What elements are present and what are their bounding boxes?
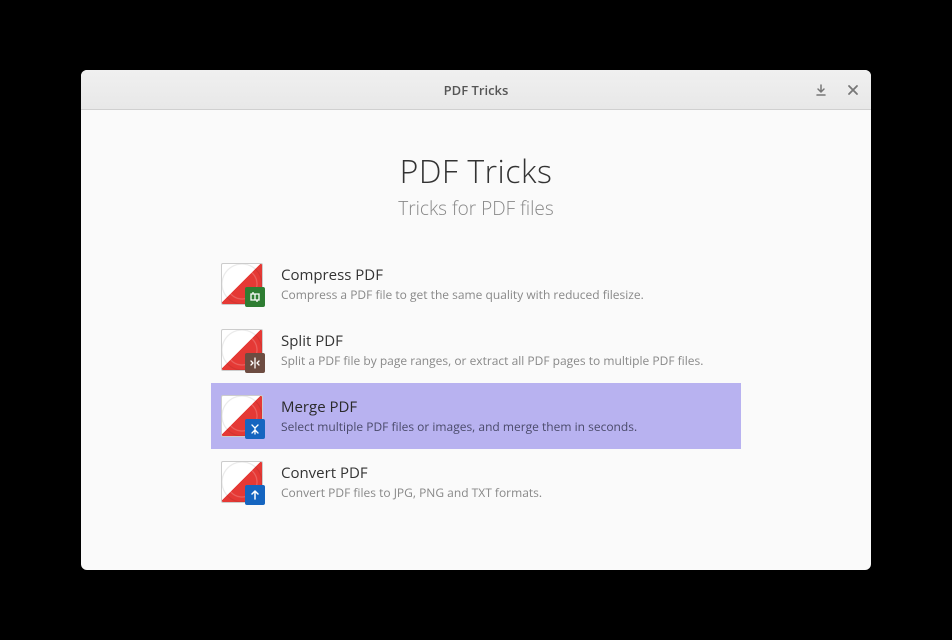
merge-pdf-icon (221, 395, 263, 437)
option-title: Merge PDF (281, 397, 731, 417)
option-desc: Split a PDF file by page ranges, or extr… (281, 352, 731, 369)
split-pdf-icon (221, 329, 263, 371)
option-title: Compress PDF (281, 265, 731, 285)
option-text: Compress PDF Compress a PDF file to get … (281, 265, 731, 303)
window-title: PDF Tricks (81, 81, 871, 99)
titlebar-controls (811, 80, 863, 100)
option-desc: Compress a PDF file to get the same qual… (281, 286, 731, 303)
hero-title: PDF Tricks (81, 150, 871, 193)
option-split[interactable]: Split PDF Split a PDF file by page range… (211, 317, 741, 383)
option-convert[interactable]: Convert PDF Convert PDF files to JPG, PN… (211, 449, 741, 515)
download-icon (814, 83, 828, 97)
close-button[interactable] (843, 80, 863, 100)
app-window: PDF Tricks PDF Tricks Tricks for PDF fil… (81, 70, 871, 570)
convert-pdf-icon (221, 461, 263, 503)
compress-pdf-icon (221, 263, 263, 305)
content-area: PDF Tricks Tricks for PDF files Compress… (81, 110, 871, 570)
option-desc: Convert PDF files to JPG, PNG and TXT fo… (281, 484, 731, 501)
options-list: Compress PDF Compress a PDF file to get … (211, 251, 741, 515)
option-title: Convert PDF (281, 463, 731, 483)
hero: PDF Tricks Tricks for PDF files (81, 150, 871, 221)
close-icon (847, 84, 859, 96)
option-title: Split PDF (281, 331, 731, 351)
option-text: Merge PDF Select multiple PDF files or i… (281, 397, 731, 435)
option-desc: Select multiple PDF files or images, and… (281, 418, 731, 435)
minimize-button[interactable] (811, 80, 831, 100)
option-merge[interactable]: Merge PDF Select multiple PDF files or i… (211, 383, 741, 449)
option-text: Convert PDF Convert PDF files to JPG, PN… (281, 463, 731, 501)
option-compress[interactable]: Compress PDF Compress a PDF file to get … (211, 251, 741, 317)
hero-subtitle: Tricks for PDF files (81, 195, 871, 221)
option-text: Split PDF Split a PDF file by page range… (281, 331, 731, 369)
titlebar: PDF Tricks (81, 70, 871, 110)
